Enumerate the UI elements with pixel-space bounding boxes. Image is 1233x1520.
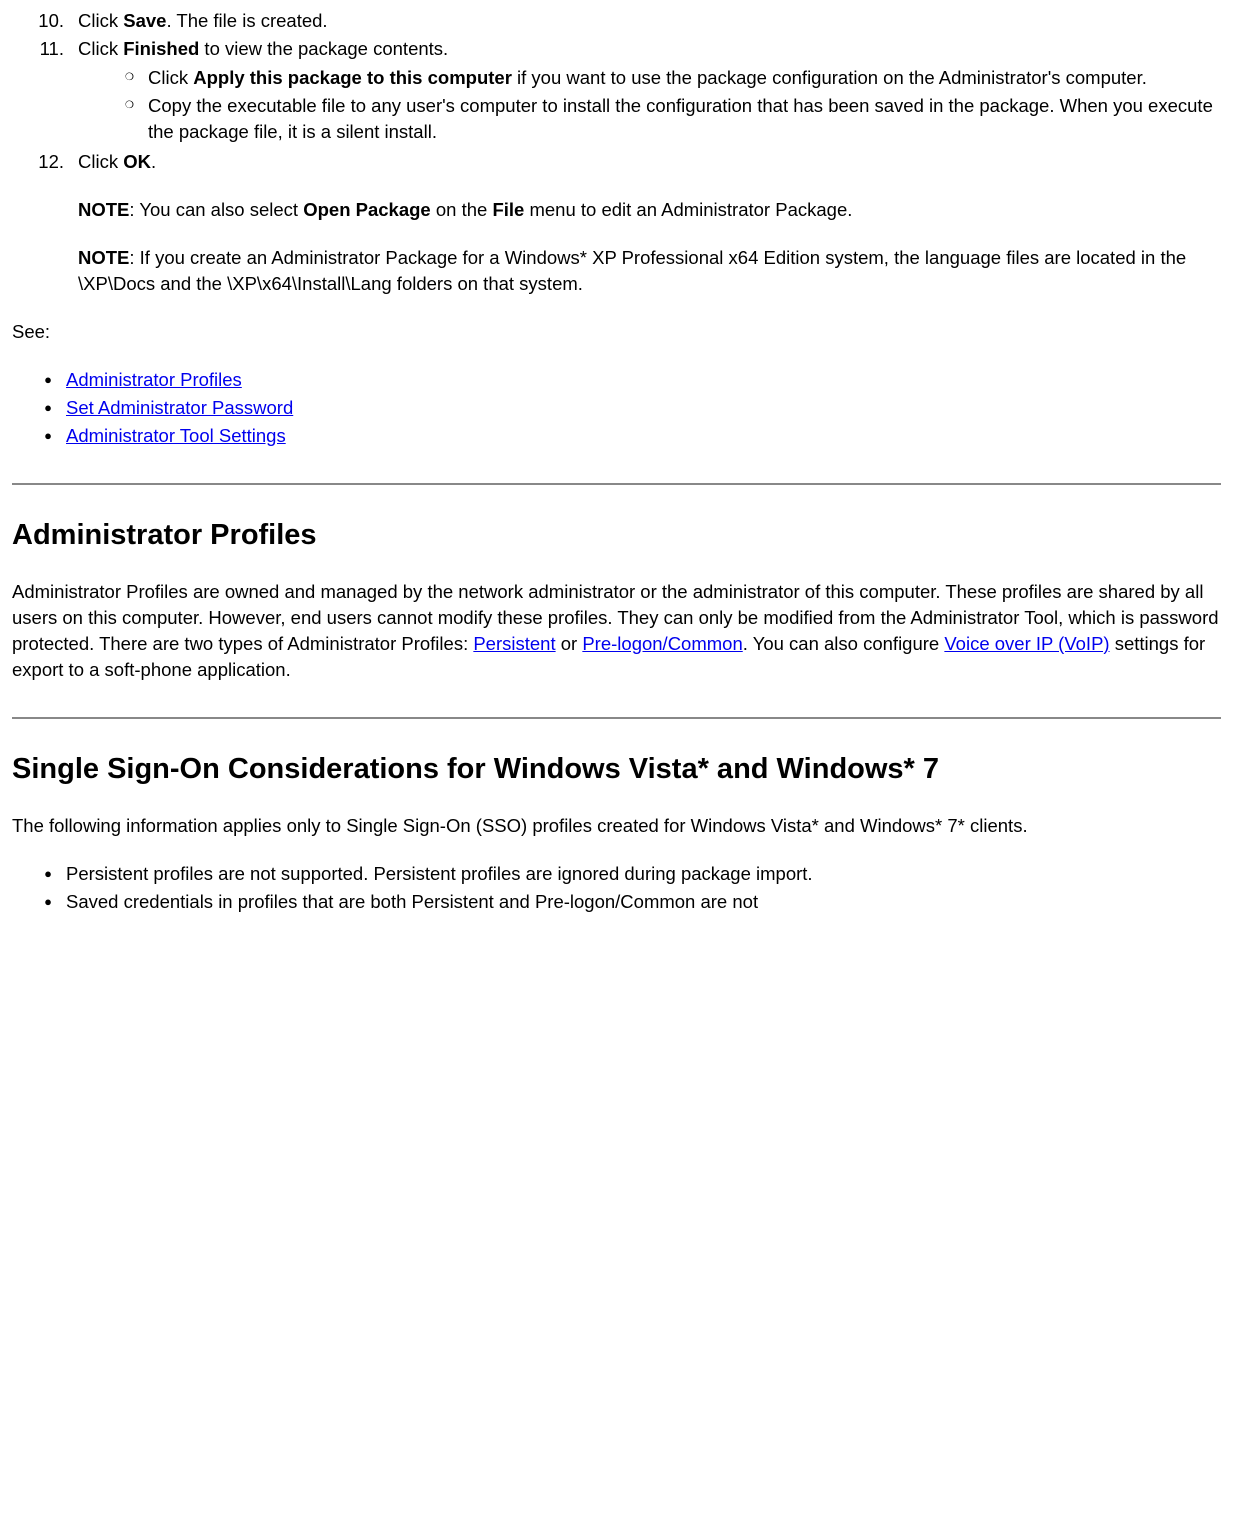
circle-bullet-icon: ❍ (78, 93, 148, 145)
substep-list: ❍ Click Apply this package to this compu… (78, 65, 1221, 145)
section-divider (12, 483, 1221, 485)
disc-bullet-icon: ● (12, 395, 66, 421)
sso-bullets-list: ● Persistent profiles are not supported.… (12, 861, 1221, 915)
disc-bullet-icon: ● (12, 889, 66, 915)
step-12: 12. Click OK. NOTE: You can also select … (12, 149, 1221, 297)
disc-bullet-icon: ● (12, 861, 66, 887)
step-number: 10. (12, 8, 78, 34)
heading-sso-considerations: Single Sign-On Considerations for Window… (12, 749, 1221, 790)
link-admin-tool-settings[interactable]: Administrator Tool Settings (66, 425, 286, 446)
link-persistent[interactable]: Persistent (473, 633, 555, 654)
ordered-steps-list: 10. Click Save. The file is created. 11.… (12, 8, 1221, 297)
see-label: See: (12, 319, 1221, 345)
link-voip[interactable]: Voice over IP (VoIP) (944, 633, 1109, 654)
link-admin-profiles[interactable]: Administrator Profiles (66, 369, 242, 390)
list-item: ● Set Administrator Password (12, 395, 1221, 421)
list-item: ● Saved credentials in profiles that are… (12, 889, 1221, 915)
substep-item: ❍ Copy the executable file to any user's… (78, 93, 1221, 145)
list-item: ● Persistent profiles are not supported.… (12, 861, 1221, 887)
disc-bullet-icon: ● (12, 423, 66, 449)
list-item: ● Administrator Profiles (12, 367, 1221, 393)
disc-bullet-icon: ● (12, 367, 66, 393)
substep-item: ❍ Click Apply this package to this compu… (78, 65, 1221, 91)
step-10: 10. Click Save. The file is created. (12, 8, 1221, 34)
note-paragraph: NOTE: If you create an Administrator Pac… (78, 245, 1221, 297)
section-divider (12, 717, 1221, 719)
paragraph: The following information applies only t… (12, 813, 1221, 839)
step-number: 12. (12, 149, 78, 297)
step-number: 11. (12, 36, 78, 148)
step-content: Click OK. NOTE: You can also select Open… (78, 149, 1221, 297)
paragraph: Administrator Profiles are owned and man… (12, 579, 1221, 683)
note-paragraph: NOTE: You can also select Open Package o… (78, 197, 1221, 223)
list-item: ● Administrator Tool Settings (12, 423, 1221, 449)
see-links-list: ● Administrator Profiles ● Set Administr… (12, 367, 1221, 449)
step-11: 11. Click Finished to view the package c… (12, 36, 1221, 148)
heading-admin-profiles: Administrator Profiles (12, 515, 1221, 556)
link-prelogon-common[interactable]: Pre-logon/Common (582, 633, 742, 654)
step-content: Click Finished to view the package conte… (78, 36, 1221, 148)
step-content: Click Save. The file is created. (78, 8, 1221, 34)
link-set-admin-password[interactable]: Set Administrator Password (66, 397, 293, 418)
circle-bullet-icon: ❍ (78, 65, 148, 91)
